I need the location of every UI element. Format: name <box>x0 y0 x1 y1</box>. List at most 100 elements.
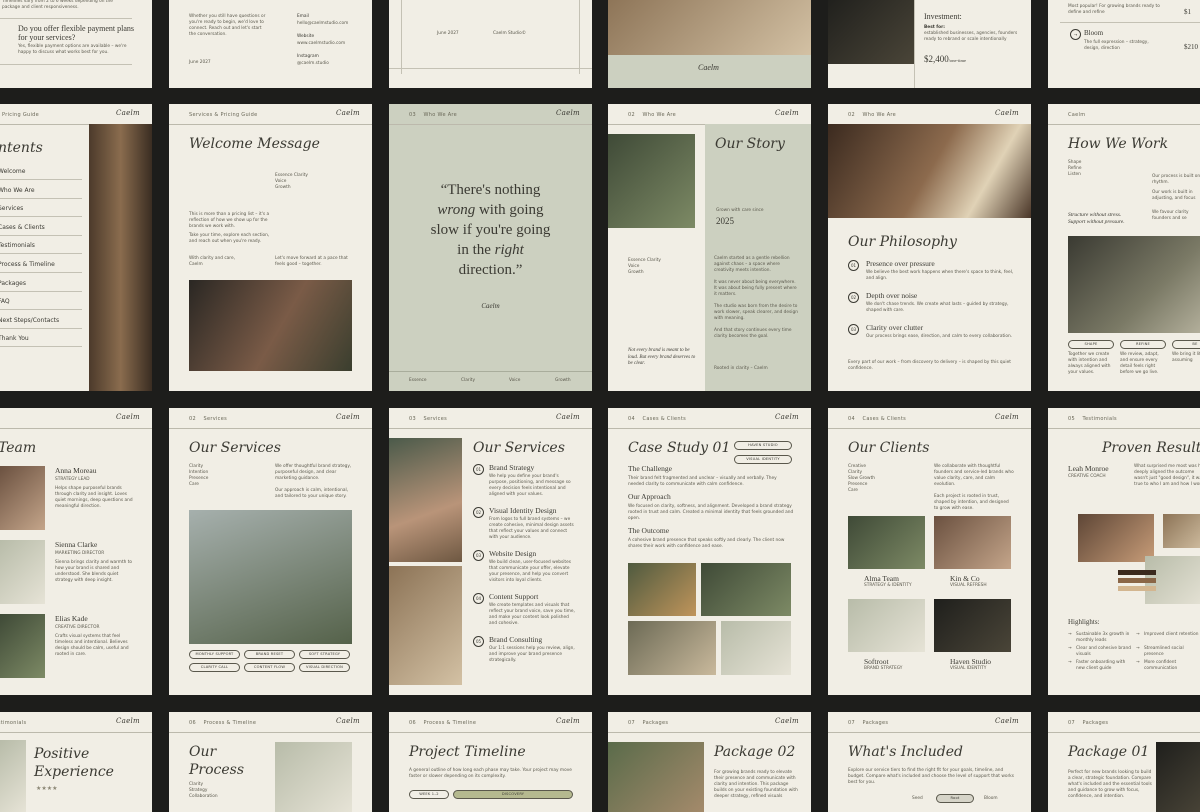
member-role: STRATEGY LEAD <box>55 477 90 482</box>
page-header: 06 Process & Timeline Caelm <box>169 712 372 733</box>
brand-mark: Caelm <box>774 109 799 117</box>
team-photo <box>0 466 45 530</box>
page-investment: Investment: Best for: established busine… <box>828 0 1031 88</box>
email-label: Email <box>297 14 309 19</box>
package-photo <box>1156 742 1200 812</box>
case-tag[interactable]: VISUAL IDENTITY <box>734 455 792 464</box>
service-title: Brand Consulting <box>489 635 543 644</box>
contents-item[interactable]: Welcome <box>0 168 25 175</box>
page-case-study: 04 Cases & Clients Caelm Case Study 01 HA… <box>608 408 811 695</box>
contents-item[interactable]: Who We Are <box>0 187 35 194</box>
contents-item[interactable]: Cases & Clients <box>0 224 45 231</box>
divider <box>1060 22 1200 23</box>
price-a: $1 <box>1184 8 1191 16</box>
bloom-desc: The full expression – strategy, design, … <box>1084 40 1149 51</box>
footer-item: Growth <box>555 378 571 383</box>
header-label: 04 Cases & Clients <box>848 416 906 422</box>
case-tag[interactable]: HAVEN STUDIO <box>734 441 792 450</box>
railway-photo <box>608 0 811 55</box>
service-pill[interactable]: CLARITY CALL <box>189 663 240 672</box>
contents-item[interactable]: Process & Timeline <box>0 261 55 268</box>
header-num: 02 <box>848 112 855 118</box>
header-num: 07 <box>1068 720 1075 726</box>
woman-photo <box>389 438 462 562</box>
package-body: Perfect for new brands looking to build … <box>1068 770 1152 799</box>
header-label: 05 Testimonials <box>1068 416 1117 422</box>
case-photo <box>628 621 716 675</box>
frame-line <box>401 0 402 74</box>
contents-item[interactable]: Next Steps/Contacts <box>0 317 59 324</box>
footer-item: Essence <box>409 378 427 383</box>
page-faq: Timelines vary from 2 to 6 weeks dependi… <box>0 0 152 88</box>
tier-tab[interactable]: Seed <box>912 796 923 802</box>
service-pill[interactable]: MONTHLY SUPPORT <box>189 650 240 659</box>
moodboard-photo <box>828 0 914 64</box>
website-link[interactable]: www.caelmstudio.com <box>297 41 345 47</box>
service-pill[interactable]: CONTENT FLOW <box>244 663 295 672</box>
member-name: Elias Kade <box>55 614 88 623</box>
header-num: 02 <box>628 112 635 118</box>
step-pill[interactable]: SHAPE <box>1068 340 1114 349</box>
case-photo <box>721 621 791 675</box>
work-tagline: Structure without stress. Support withou… <box>1068 212 1125 225</box>
service-desc: We create templates and visuals that ref… <box>489 603 575 626</box>
page-our-story: 02 Who We Are Caelm Our Story Grown with … <box>608 104 811 391</box>
member-desc: Crafts visual systems that feel timeless… <box>55 634 129 657</box>
brand-logo: Caelm <box>698 63 719 72</box>
page-title: Our Services <box>189 440 281 456</box>
page-experience: Testimonials Caelm Positive Experience ★★… <box>0 712 152 812</box>
page-title: Package 01 <box>1068 744 1150 760</box>
page-title: How We Work <box>1068 136 1169 152</box>
page-title: ntents <box>0 140 43 156</box>
page-title: Positive <box>34 746 90 762</box>
brand-mark: Caelm <box>994 413 1019 421</box>
header-num: 05 <box>1068 416 1075 422</box>
package-photo <box>608 742 704 812</box>
brand-mark: Caelm <box>335 413 360 421</box>
highlight-item: Faster onboarding with new client guide <box>1076 660 1126 671</box>
team-photo <box>0 614 45 678</box>
service-pill[interactable]: SOFT STRATEGY <box>299 650 350 659</box>
header-label: 07 Packages <box>848 720 888 726</box>
header-section: Cases & Clients <box>862 416 907 422</box>
tier-tab-active[interactable]: Root <box>936 794 974 803</box>
service-pill[interactable]: BRAND RESET <box>244 650 295 659</box>
service-pill[interactable]: VISUAL DIRECTION <box>299 663 350 672</box>
step-desc: We bring it life assuming <box>1172 352 1200 363</box>
testimonial-name: Leah Monroe <box>1068 464 1109 473</box>
service-desc: Our 1:1 sessions help you review, align,… <box>489 646 575 663</box>
experience-photo <box>0 740 26 812</box>
service-title: Website Design <box>489 549 537 558</box>
contents-item[interactable]: FAQ <box>0 298 10 305</box>
tier-tab[interactable]: Bloom <box>984 796 998 802</box>
brand-mark: Caelm <box>555 717 580 725</box>
contents-item[interactable]: Packages <box>0 280 26 287</box>
member-name: Anna Moreau <box>55 466 97 475</box>
service-desc: From logos to full brand systems – we cr… <box>489 517 574 540</box>
brand-mark: Caelm <box>115 413 140 421</box>
number-badge: 04 <box>473 593 484 604</box>
contents-item[interactable]: Testimonials <box>0 242 35 249</box>
contents-divider <box>0 327 82 329</box>
page-header: 06 Process & Timeline Caelm <box>389 712 592 733</box>
page-whats-included: 07 Packages Caelm What's Included Explore… <box>828 712 1031 812</box>
header-num: 04 <box>628 416 635 422</box>
number-badge: 03 <box>848 324 859 335</box>
brand-mark: Caelm <box>555 109 580 117</box>
header-num: 03 <box>409 416 416 422</box>
contents-item[interactable]: Thank You <box>0 335 29 342</box>
step-pill[interactable]: BE <box>1172 340 1200 349</box>
page-title: Project Timeline <box>409 744 526 760</box>
result-photo <box>1078 514 1154 562</box>
contents-item[interactable]: Services <box>0 205 23 212</box>
client-photo <box>848 516 925 569</box>
week-pill[interactable]: WEEK 1–2 <box>409 790 449 799</box>
header-section: Process & Timeline <box>423 720 477 726</box>
step-pill[interactable]: REFINE <box>1120 340 1166 349</box>
instagram-link[interactable]: @caelm.studio <box>297 61 329 67</box>
phase-pill[interactable]: DISCOVERY <box>453 790 573 799</box>
email-link[interactable]: hello@caelmstudio.com <box>297 21 348 27</box>
quote-signature: Caelm <box>481 302 500 310</box>
page-header: 03 Services Caelm <box>389 408 592 429</box>
welcome-body: This is more than a pricing list – it's … <box>189 212 270 229</box>
